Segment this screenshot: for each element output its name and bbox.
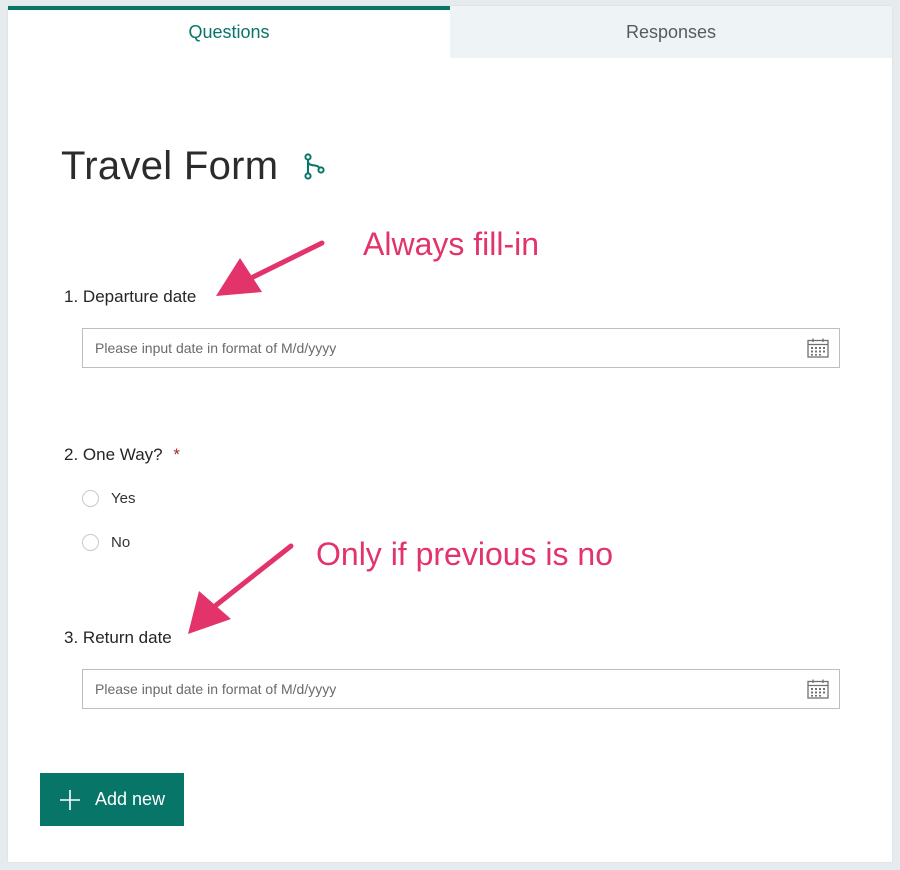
form-title[interactable]: Travel Form: [61, 144, 278, 189]
required-asterisk: *: [173, 445, 180, 464]
return-date-field[interactable]: [82, 669, 840, 709]
branch-icon[interactable]: [302, 152, 326, 181]
tab-questions[interactable]: Questions: [8, 6, 450, 58]
question-3-text: Return date: [82, 628, 172, 647]
plus-icon: [59, 789, 80, 810]
tab-responses[interactable]: Responses: [450, 6, 892, 58]
question-1-number: 1.: [64, 287, 79, 306]
add-new-button[interactable]: Add new: [40, 773, 184, 826]
question-3-label: 3. Return date: [64, 628, 172, 648]
annotation-only-if-no: Only if previous is no: [316, 536, 614, 572]
add-new-label: Add new: [94, 789, 166, 809]
question-1-label: 1. Departure date: [64, 287, 196, 307]
question-2-label: 2. One Way? *: [64, 445, 180, 465]
departure-date-input[interactable]: [83, 329, 807, 367]
radio-option-yes[interactable]: Yes: [82, 490, 135, 507]
question-3-number: 3.: [64, 628, 79, 647]
title-row: Travel Form: [61, 144, 326, 189]
return-date-input[interactable]: [83, 670, 807, 708]
radio-label-no[interactable]: No: [111, 534, 130, 551]
form-card: Questions Responses Travel Form 1. Depar…: [8, 6, 892, 862]
radio-option-no[interactable]: No: [82, 534, 130, 551]
radio-label-yes[interactable]: Yes: [111, 490, 135, 507]
annotation-always-fill-in: Always fill-in: [363, 226, 540, 262]
radio-circle-no[interactable]: [82, 534, 99, 551]
calendar-icon[interactable]: [807, 338, 829, 358]
tab-bar: Questions Responses: [8, 6, 892, 58]
question-2-text: One Way?: [82, 445, 163, 464]
radio-circle-yes[interactable]: [82, 490, 99, 507]
departure-date-field[interactable]: [82, 328, 840, 368]
question-2-number: 2.: [64, 445, 79, 464]
question-1-text: Departure date: [82, 287, 197, 306]
calendar-icon[interactable]: [807, 679, 829, 699]
